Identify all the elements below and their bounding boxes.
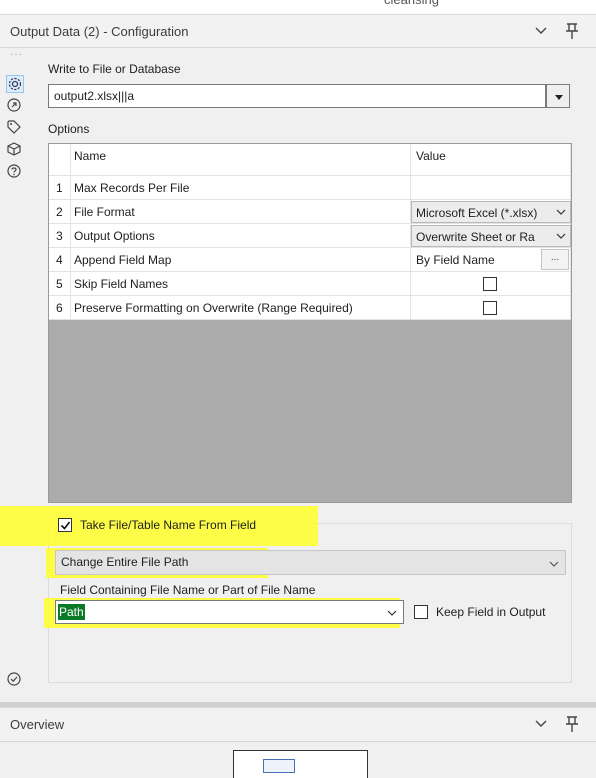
chevron-down-icon[interactable] bbox=[534, 23, 548, 37]
grid-header-row: Name Value bbox=[49, 144, 571, 176]
file-format-value: Microsoft Excel (*.xlsx) bbox=[416, 206, 538, 220]
option-name: Append Field Map bbox=[71, 248, 411, 272]
triangle-down-icon bbox=[555, 95, 563, 100]
option-name: Output Options bbox=[71, 224, 411, 248]
row-number: 5 bbox=[49, 272, 71, 296]
row-number: 4 bbox=[49, 248, 71, 272]
write-to-dropdown-button[interactable] bbox=[546, 84, 570, 108]
chevron-down-icon bbox=[387, 610, 397, 616]
keep-field-label: Keep Field in Output bbox=[436, 605, 546, 619]
tag-icon[interactable] bbox=[6, 119, 24, 137]
chevron-down-icon bbox=[556, 233, 566, 239]
preserve-formatting-checkbox[interactable] bbox=[483, 301, 497, 315]
path-mode-value: Change Entire File Path bbox=[61, 555, 189, 569]
options-grid: Name Value 1 Max Records Per File 2 File… bbox=[48, 143, 572, 503]
chevron-down-icon[interactable] bbox=[534, 716, 548, 730]
option-row-preserve-formatting[interactable]: 6 Preserve Formatting on Overwrite (Rang… bbox=[49, 296, 571, 320]
package-icon[interactable] bbox=[6, 141, 24, 159]
config-panel-title: Output Data (2) - Configuration bbox=[10, 24, 189, 39]
grid-header-name: Name bbox=[71, 144, 411, 176]
chevron-down-icon bbox=[549, 561, 559, 567]
option-row-output-options[interactable]: 3 Output Options Overwrite Sheet or Ra bbox=[49, 224, 571, 248]
option-name: Max Records Per File bbox=[71, 176, 411, 200]
overview-body bbox=[0, 742, 596, 778]
pin-icon[interactable] bbox=[564, 22, 580, 40]
options-label: Options bbox=[48, 122, 90, 136]
option-row-max-records[interactable]: 1 Max Records Per File bbox=[49, 176, 571, 200]
write-to-input[interactable]: output2.xlsx|||a bbox=[48, 84, 546, 108]
option-name: Skip Field Names bbox=[71, 272, 411, 296]
option-row-file-format[interactable]: 2 File Format Microsoft Excel (*.xlsx) bbox=[49, 200, 571, 224]
option-name: File Format bbox=[71, 200, 411, 224]
config-panel-header: Output Data (2) - Configuration bbox=[0, 14, 596, 48]
canvas-label: cleansing bbox=[384, 0, 439, 7]
output-options-dropdown[interactable]: Overwrite Sheet or Ra bbox=[411, 225, 571, 247]
row-number: 6 bbox=[49, 296, 71, 320]
field-containing-label: Field Containing File Name or Part of Fi… bbox=[60, 583, 316, 597]
overview-panel-header: Overview bbox=[0, 707, 596, 742]
keep-field-checkbox[interactable] bbox=[414, 605, 428, 619]
more-dots-icon: ··· bbox=[10, 49, 23, 60]
pin-icon[interactable] bbox=[564, 715, 580, 733]
workflow-thumbnail[interactable] bbox=[233, 750, 368, 778]
option-name: Preserve Formatting on Overwrite (Range … bbox=[71, 296, 411, 320]
file-format-dropdown[interactable]: Microsoft Excel (*.xlsx) bbox=[411, 201, 571, 223]
top-strip: cleansing bbox=[0, 0, 596, 14]
max-records-value[interactable] bbox=[411, 176, 571, 200]
append-field-map-button[interactable]: ... bbox=[541, 249, 569, 270]
option-row-append-field-map[interactable]: 4 Append Field Map By Field Name ... bbox=[49, 248, 571, 272]
take-from-field-checkbox[interactable] bbox=[58, 518, 72, 532]
grid-header-num bbox=[49, 144, 71, 176]
chevron-down-icon bbox=[556, 209, 566, 215]
skip-field-names-checkbox[interactable] bbox=[483, 277, 497, 291]
path-mode-dropdown[interactable]: Change Entire File Path bbox=[55, 550, 566, 575]
check-circle-icon[interactable] bbox=[6, 671, 24, 689]
option-row-skip-field-names[interactable]: 5 Skip Field Names bbox=[49, 272, 571, 296]
take-from-field-label: Take File/Table Name From Field bbox=[80, 518, 257, 532]
help-icon[interactable] bbox=[6, 163, 24, 181]
workflow-minimap-icon bbox=[263, 759, 295, 773]
overview-panel-title: Overview bbox=[10, 717, 65, 732]
grid-header-value: Value bbox=[411, 144, 571, 176]
row-number: 2 bbox=[49, 200, 71, 224]
write-to-label: Write to File or Database bbox=[48, 62, 181, 76]
navigation-icon[interactable] bbox=[6, 97, 24, 115]
field-name-value: Path bbox=[58, 604, 85, 620]
gear-icon[interactable] bbox=[6, 75, 24, 93]
output-options-value: Overwrite Sheet or Ra bbox=[416, 230, 535, 244]
row-number: 3 bbox=[49, 224, 71, 248]
checkmark-icon bbox=[60, 521, 71, 530]
field-name-dropdown[interactable]: Path bbox=[55, 600, 404, 624]
config-sidebar: ··· bbox=[0, 49, 28, 699]
row-number: 1 bbox=[49, 176, 71, 200]
